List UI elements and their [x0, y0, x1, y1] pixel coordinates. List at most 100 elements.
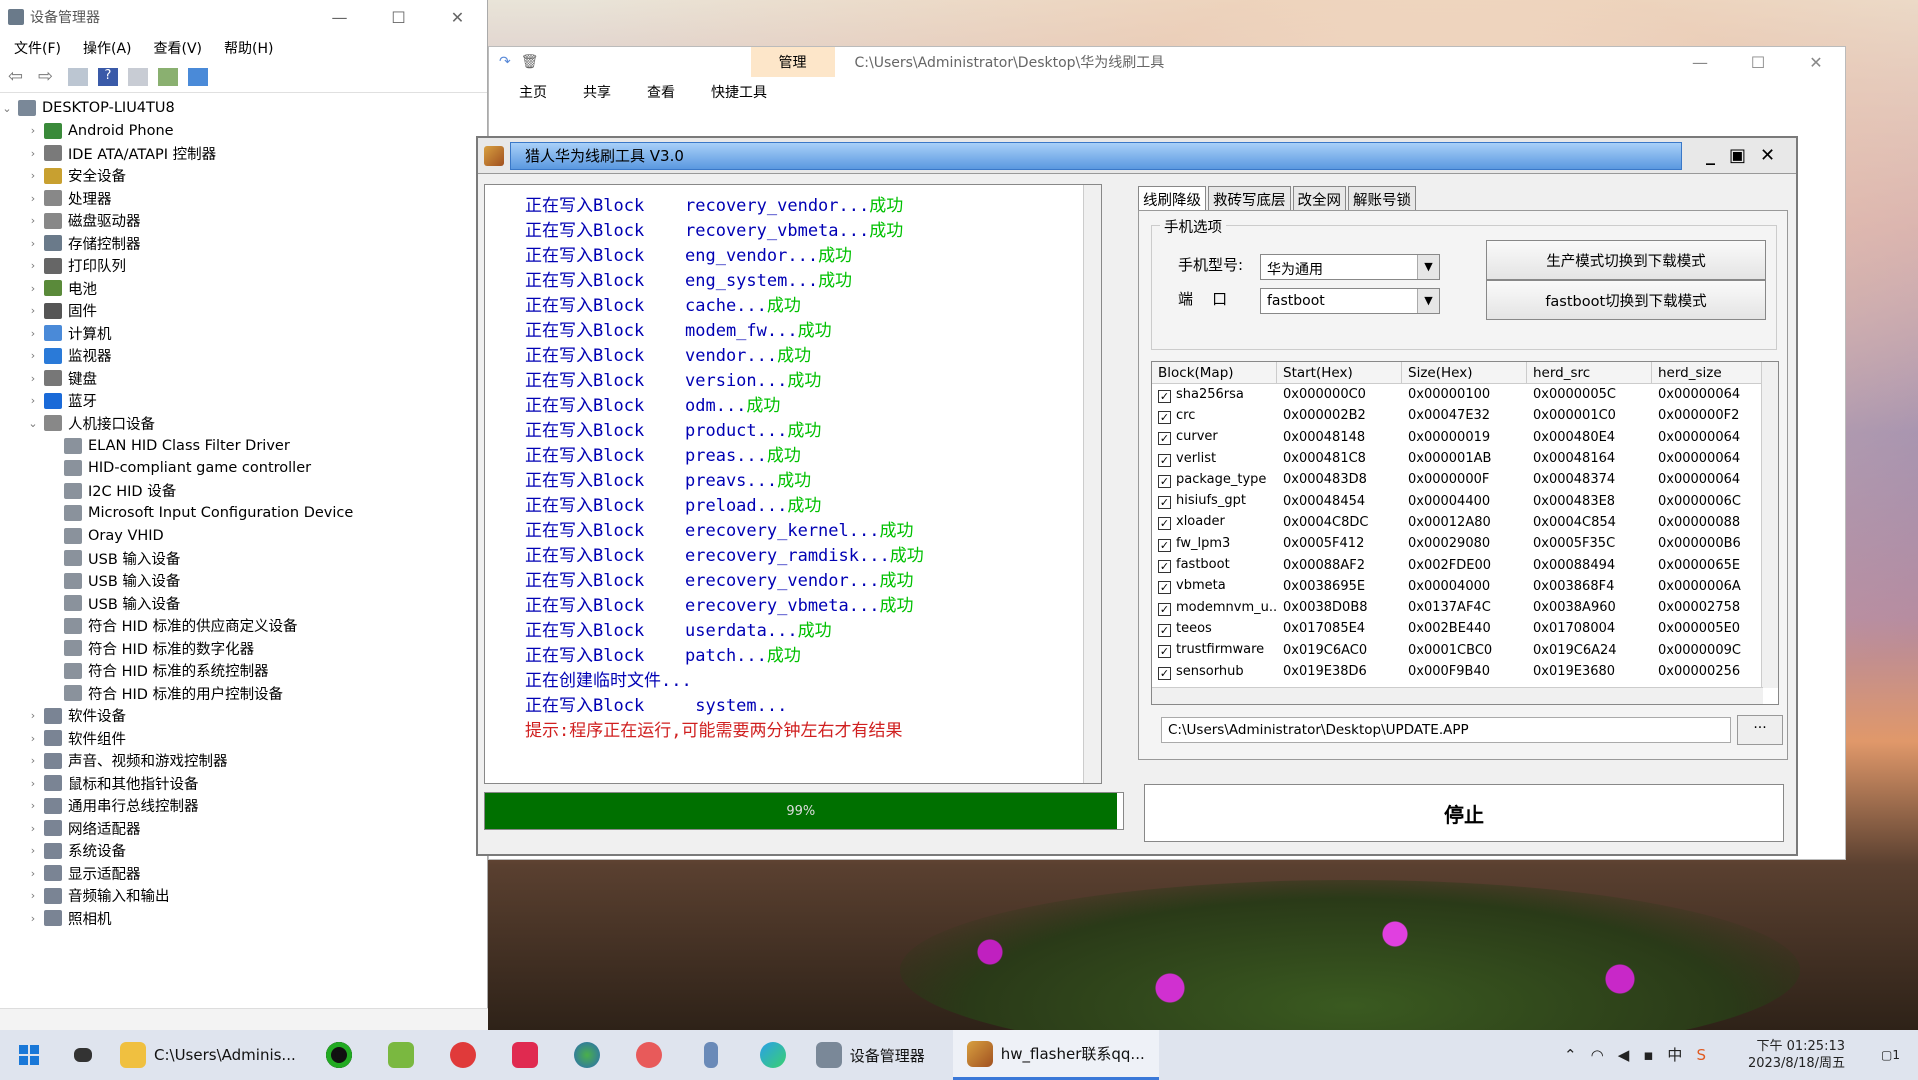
- tree-device[interactable]: ELAN HID Class Filter Driver: [0, 435, 487, 458]
- row-checkbox[interactable]: ✓: [1158, 474, 1171, 488]
- table-row[interactable]: ✓ teeos 0x017085E4 0x002BE440 0x01708004 0x00…: [1152, 618, 1778, 639]
- tree-device[interactable]: 符合 HID 标准的供应商定义设备: [0, 615, 487, 638]
- taskbar-globe[interactable]: [556, 1030, 618, 1080]
- tree-device[interactable]: 符合 HID 标准的数字化器: [0, 637, 487, 660]
- flasher-window[interactable]: 猎人华为线刷工具 V3.0 _ ▣ ✕ 正在写入Block recovery_ve…: [476, 136, 1798, 856]
- tab-flash-downgrade[interactable]: 线刷降级: [1138, 186, 1206, 212]
- tree-category[interactable]: › 系统设备: [0, 840, 487, 863]
- chevron-right-icon[interactable]: ›: [26, 214, 40, 227]
- row-checkbox[interactable]: ✓: [1158, 623, 1171, 637]
- tree-device[interactable]: Oray VHID: [0, 525, 487, 548]
- chevron-right-icon[interactable]: ›: [26, 754, 40, 767]
- table-row[interactable]: ✓ trustfirmware 0x019C6AC0 0x0001CBC0 0x019C…: [1152, 640, 1778, 661]
- chevron-right-icon[interactable]: ›: [26, 237, 40, 250]
- chevron-right-icon[interactable]: ›: [26, 304, 40, 317]
- tree-category[interactable]: › 处理器: [0, 187, 487, 210]
- chevron-up-icon[interactable]: ⌃: [1564, 1046, 1577, 1064]
- tab-manage[interactable]: 管理: [750, 47, 835, 77]
- tree-category[interactable]: › 显示适配器: [0, 862, 487, 885]
- col-herd-src[interactable]: herd_src: [1527, 362, 1652, 383]
- col-block[interactable]: Block(Map): [1152, 362, 1277, 383]
- tree-category[interactable]: › 监视器: [0, 345, 487, 368]
- ribbon-home[interactable]: 主页: [519, 82, 547, 102]
- row-checkbox[interactable]: ✓: [1158, 517, 1171, 531]
- menu-help[interactable]: 帮助(H): [224, 38, 273, 58]
- chevron-down-icon[interactable]: ▼: [1417, 255, 1439, 279]
- chevron-right-icon[interactable]: ›: [26, 259, 40, 272]
- chevron-right-icon[interactable]: ›: [26, 327, 40, 340]
- sogou-icon[interactable]: S: [1696, 1046, 1706, 1064]
- monitor-icon[interactable]: [188, 67, 208, 86]
- minimize-button[interactable]: _: [1706, 145, 1715, 166]
- table-vscrollbar[interactable]: [1761, 362, 1778, 688]
- tree-category[interactable]: › 电池: [0, 277, 487, 300]
- tray-app-icon[interactable]: ▪: [1643, 1046, 1653, 1064]
- tree-device[interactable]: HID-compliant game controller: [0, 457, 487, 480]
- start-button[interactable]: [0, 1030, 58, 1080]
- tab-full-network[interactable]: 改全网: [1292, 186, 1346, 212]
- table-row[interactable]: ✓ curver 0x00048148 0x00000019 0x000480E4 0x0…: [1152, 427, 1778, 448]
- prod-to-download-button[interactable]: 生产模式切换到下载模式: [1486, 240, 1766, 280]
- chevron-right-icon[interactable]: ›: [26, 777, 40, 790]
- tree-category[interactable]: › Android Phone: [0, 120, 487, 143]
- delete-icon[interactable]: 🗑: [521, 54, 539, 70]
- chevron-right-icon[interactable]: ›: [26, 147, 40, 160]
- close-button[interactable]: ✕: [428, 8, 487, 27]
- undo-icon[interactable]: ↷: [499, 54, 511, 70]
- row-checkbox[interactable]: ✓: [1158, 538, 1171, 552]
- table-hscrollbar[interactable]: [1152, 687, 1763, 704]
- ime-indicator[interactable]: 中: [1667, 1046, 1682, 1064]
- tree-device[interactable]: Microsoft Input Configuration Device: [0, 502, 487, 525]
- table-row[interactable]: ✓ fw_lpm3 0x0005F412 0x00029080 0x0005F35C 0x…: [1152, 533, 1778, 554]
- tree-device[interactable]: I2C HID 设备: [0, 480, 487, 503]
- wifi-icon[interactable]: ◠: [1591, 1046, 1604, 1064]
- col-herd-size[interactable]: herd_size: [1652, 362, 1762, 383]
- menu-file[interactable]: 文件(F): [14, 38, 61, 58]
- file-path-input[interactable]: C:\Users\Administrator\Desktop\UPDATE.AP…: [1161, 717, 1731, 743]
- taskbar-device-manager[interactable]: 设备管理器: [804, 1030, 937, 1080]
- chevron-right-icon[interactable]: ›: [26, 169, 40, 182]
- tree-category[interactable]: › 软件组件: [0, 727, 487, 750]
- tree-category[interactable]: › 键盘: [0, 367, 487, 390]
- log-panel[interactable]: 正在写入Block recovery_vendor...成功 正在写入Block re…: [484, 184, 1102, 784]
- model-select[interactable]: 华为通用 ▼: [1260, 254, 1440, 280]
- row-checkbox[interactable]: ✓: [1158, 581, 1171, 595]
- chevron-right-icon[interactable]: ›: [26, 799, 40, 812]
- row-checkbox[interactable]: ✓: [1158, 453, 1171, 467]
- tree-category[interactable]: › 固件: [0, 300, 487, 323]
- chevron-right-icon[interactable]: ›: [26, 844, 40, 857]
- chevron-right-icon[interactable]: ›: [26, 394, 40, 407]
- tree-device[interactable]: USB 输入设备: [0, 547, 487, 570]
- table-row[interactable]: ✓ xloader 0x0004C8DC 0x00012A80 0x0004C854 0x…: [1152, 512, 1778, 533]
- taskbar-edge[interactable]: [742, 1030, 804, 1080]
- tree-category[interactable]: › 通用串行总线控制器: [0, 795, 487, 818]
- tree-category[interactable]: › 存储控制器: [0, 232, 487, 255]
- properties-icon[interactable]: [68, 67, 88, 86]
- taskbar-flasher[interactable]: hw_flasher联系qq...: [952, 1030, 1159, 1080]
- row-checkbox[interactable]: ✓: [1158, 560, 1171, 574]
- tree-device[interactable]: USB 输入设备: [0, 592, 487, 615]
- chevron-right-icon[interactable]: ›: [26, 889, 40, 902]
- table-row[interactable]: ✓ sensorhub 0x019E38D6 0x000F9B40 0x019E3680…: [1152, 661, 1778, 682]
- ribbon-view[interactable]: 查看: [647, 82, 675, 102]
- tree-device[interactable]: 符合 HID 标准的系统控制器: [0, 660, 487, 683]
- stop-button[interactable]: 停止: [1144, 784, 1784, 842]
- table-row[interactable]: ✓ package_type 0x000483D8 0x0000000F 0x00048…: [1152, 469, 1778, 490]
- row-checkbox[interactable]: ✓: [1158, 389, 1171, 403]
- taskbar-flag-app[interactable]: [494, 1030, 556, 1080]
- help-icon[interactable]: ?: [98, 67, 118, 86]
- ribbon-quick-tools[interactable]: 快捷工具: [711, 82, 767, 102]
- table-row[interactable]: ✓ sha256rsa 0x000000C0 0x00000100 0x0000005C…: [1152, 384, 1778, 405]
- chevron-down-icon[interactable]: ⌄: [0, 102, 14, 115]
- tree-category[interactable]: › 鼠标和其他指针设备: [0, 772, 487, 795]
- forward-icon[interactable]: ⇨: [38, 67, 58, 86]
- maximize-button[interactable]: ▣: [1729, 145, 1746, 166]
- col-size[interactable]: Size(Hex): [1402, 362, 1527, 383]
- tree-category[interactable]: › 计算机: [0, 322, 487, 345]
- table-row[interactable]: ✓ vbmeta 0x0038695E 0x00004000 0x003868F4 0x0…: [1152, 576, 1778, 597]
- tree-device[interactable]: USB 输入设备: [0, 570, 487, 593]
- taskbar-android[interactable]: [370, 1030, 432, 1080]
- update-driver-icon[interactable]: [158, 67, 178, 86]
- tab-unbrick[interactable]: 救砖写底层: [1208, 186, 1291, 212]
- table-row[interactable]: ✓ verlist 0x000481C8 0x000001AB 0x00048164 0x…: [1152, 448, 1778, 469]
